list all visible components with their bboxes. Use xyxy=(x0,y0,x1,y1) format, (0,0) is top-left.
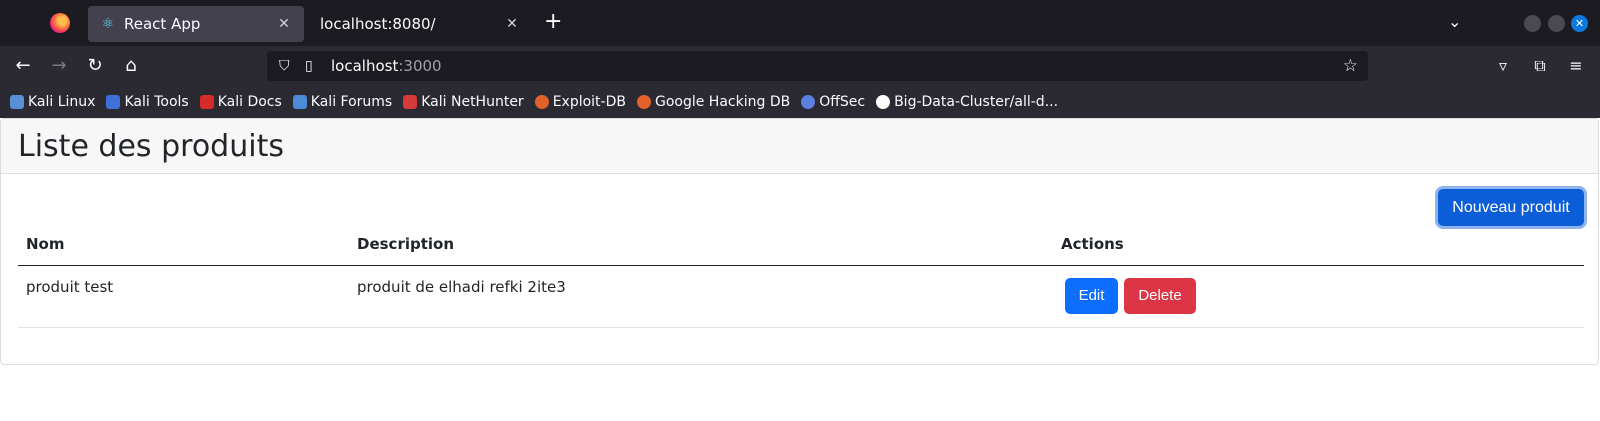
bookmark-offsec[interactable]: OffSec xyxy=(801,94,865,110)
maximize-window-icon[interactable] xyxy=(1548,15,1565,32)
tab-title: React App xyxy=(124,15,201,33)
offsec-icon xyxy=(801,95,816,109)
close-tab-icon[interactable]: ✕ xyxy=(276,16,292,32)
chevron-down-icon[interactable]: ⌄ xyxy=(1448,12,1461,31)
ghdb-icon xyxy=(636,95,651,109)
browser-chrome: ⚛ React App ✕ localhost:8080/ ✕ + ⌄ ✕ ← … xyxy=(0,0,1600,118)
github-icon xyxy=(876,95,891,109)
page-content: Liste des produits Nouveau produit Nom D… xyxy=(0,118,1600,421)
nethunter-icon xyxy=(403,95,418,109)
tab-strip: ⚛ React App ✕ localhost:8080/ ✕ + ⌄ ✕ xyxy=(0,0,1600,46)
bookmark-kali-forums[interactable]: Kali Forums xyxy=(292,94,393,110)
tab-react-app[interactable]: ⚛ React App ✕ xyxy=(88,6,304,42)
header-nom: Nom xyxy=(18,235,349,266)
bookmark-label: Exploit-DB xyxy=(552,94,626,110)
new-tab-icon[interactable]: + xyxy=(544,11,562,33)
header-actions: Actions xyxy=(1053,235,1584,266)
address-bar[interactable]: ⛉ ▯ localhost:3000 ☆ xyxy=(267,51,1368,81)
page-icon: ▯ xyxy=(305,58,313,74)
bookmark-label: Kali Linux xyxy=(28,94,96,110)
minimize-window-icon[interactable] xyxy=(1524,15,1541,32)
products-card: Liste des produits Nouveau produit Nom D… xyxy=(0,118,1599,365)
bookmark-kali-linux[interactable]: Kali Linux xyxy=(10,94,95,110)
close-tab-icon[interactable]: ✕ xyxy=(504,16,520,32)
bookmark-kali-docs[interactable]: Kali Docs xyxy=(199,94,282,110)
cell-nom: produit test xyxy=(18,265,349,328)
tab-localhost-8080[interactable]: localhost:8080/ ✕ xyxy=(308,6,532,42)
card-header: Liste des produits xyxy=(1,119,1598,174)
cell-description: produit de elhadi refki 2ite3 xyxy=(349,265,1053,328)
bookmark-label: Kali Tools xyxy=(124,94,189,110)
bookmarks-toolbar: Kali Linux Kali Tools Kali Docs Kali For… xyxy=(0,86,1600,118)
close-window-icon[interactable]: ✕ xyxy=(1571,15,1588,32)
firefox-icon[interactable] xyxy=(50,13,70,33)
pocket-icon[interactable]: ▿ xyxy=(1491,54,1515,78)
bookmark-label: Kali Docs xyxy=(217,94,282,110)
page-title: Liste des produits xyxy=(18,128,284,164)
reload-icon[interactable]: ↻ xyxy=(83,54,107,78)
forward-arrow-icon[interactable]: → xyxy=(47,54,71,78)
table-header-row: Nom Description Actions xyxy=(18,235,1584,266)
delete-button[interactable]: Delete xyxy=(1124,277,1196,314)
cell-actions: Edit Delete xyxy=(1053,265,1584,328)
shield-icon[interactable]: ⛉ xyxy=(279,58,295,74)
bookmark-label: Google Hacking DB xyxy=(654,94,791,110)
url-host: localhost xyxy=(331,57,399,75)
kali-docs-icon xyxy=(199,95,214,109)
table-row: produit test produit de elhadi refki 2it… xyxy=(18,265,1584,328)
bookmark-github[interactable]: Big-Data-Cluster/all-d... xyxy=(876,94,1058,110)
menu-icon[interactable]: ≡ xyxy=(1564,54,1588,78)
bookmark-kali-tools[interactable]: Kali Tools xyxy=(106,94,189,110)
kali-tools-icon xyxy=(106,95,121,109)
kali-dragon-icon xyxy=(10,95,24,109)
url-port: :3000 xyxy=(398,57,442,75)
extensions-icon[interactable]: ⧉ xyxy=(1528,54,1552,78)
header-description: Description xyxy=(349,235,1053,266)
products-table: Nom Description Actions produit test pro… xyxy=(18,235,1584,328)
kali-forums-icon xyxy=(292,95,307,109)
bookmark-label: Kali NetHunter xyxy=(421,94,524,110)
home-icon[interactable]: ⌂ xyxy=(119,54,143,78)
bookmark-exploit-db[interactable]: Exploit-DB xyxy=(534,94,626,110)
navigation-bar: ← → ↻ ⌂ ⛉ ▯ localhost:3000 ☆ ▿ ⧉ ≡ xyxy=(0,46,1600,86)
new-product-button[interactable]: Nouveau produit xyxy=(1438,189,1584,226)
bookmark-kali-nethunter[interactable]: Kali NetHunter xyxy=(403,94,524,110)
back-arrow-icon[interactable]: ← xyxy=(11,54,35,78)
edit-button[interactable]: Edit xyxy=(1065,277,1118,314)
react-icon: ⚛ xyxy=(101,16,115,32)
exploit-db-icon xyxy=(534,95,549,109)
bookmark-google-hacking-db[interactable]: Google Hacking DB xyxy=(636,94,791,110)
bookmark-label: Kali Forums xyxy=(310,94,393,110)
url-text[interactable]: localhost:3000 xyxy=(331,57,442,75)
tab-title: localhost:8080/ xyxy=(320,15,436,33)
bookmark-label: Big-Data-Cluster/all-d... xyxy=(894,94,1059,110)
bookmark-star-icon[interactable]: ☆ xyxy=(1343,56,1358,76)
bookmark-label: OffSec xyxy=(819,94,866,110)
